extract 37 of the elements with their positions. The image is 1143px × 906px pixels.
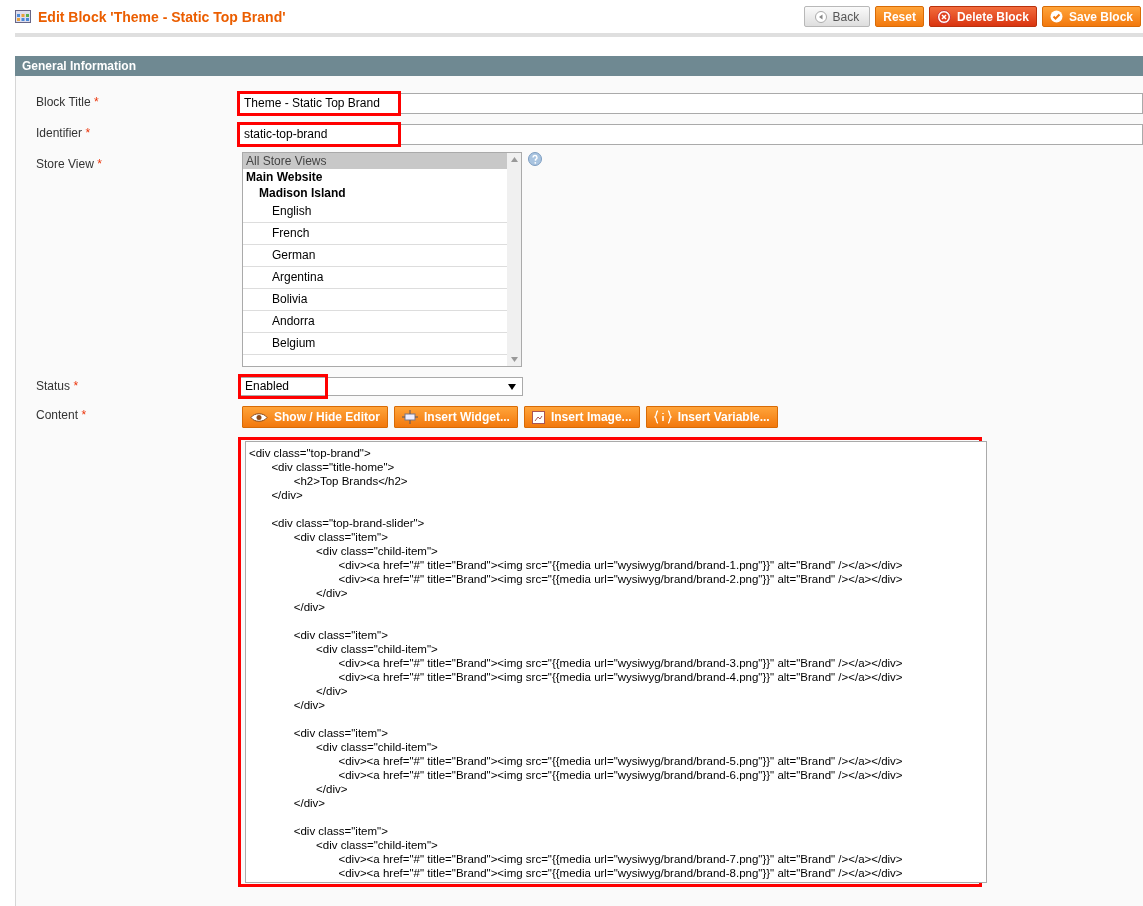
image-icon xyxy=(531,410,545,424)
scroll-down-arrow-icon[interactable] xyxy=(510,357,518,362)
back-button[interactable]: Back xyxy=(803,6,871,27)
delete-button[interactable]: Delete Block xyxy=(928,6,1037,27)
store-view-option[interactable]: Belgium xyxy=(243,333,507,355)
store-view-option[interactable]: Argentina xyxy=(243,267,507,289)
text-input[interactable]: Theme - Static Top Brand xyxy=(238,93,1143,114)
back-icon xyxy=(814,10,827,23)
text-input[interactable]: static-top-brand xyxy=(238,124,1143,145)
field-label: Block Title * xyxy=(35,94,100,111)
store-view-option[interactable]: All Store Views xyxy=(243,153,507,169)
store-view-option[interactable]: Main Website xyxy=(243,169,507,185)
dropdown-arrow-icon xyxy=(508,383,516,390)
section-header: General Information xyxy=(15,56,1143,76)
field-label: Status * xyxy=(35,378,80,395)
store-view-option[interactable]: Andorra xyxy=(243,311,507,333)
store-view-option[interactable]: French xyxy=(243,223,507,245)
help-icon[interactable] xyxy=(528,152,542,166)
page-title: Edit Block 'Theme - Static Top Brand' xyxy=(38,8,286,25)
store-view-option[interactable]: Bolivia xyxy=(243,289,507,311)
status-select[interactable]: Enabled xyxy=(238,377,523,396)
scroll-up-arrow-icon[interactable] xyxy=(510,157,518,162)
field-label: Store View * xyxy=(35,156,103,173)
braces-icon xyxy=(653,410,672,424)
store-view-option[interactable]: German xyxy=(243,245,507,267)
scrollbar[interactable] xyxy=(507,153,521,366)
store-view-option[interactable]: Madison Island xyxy=(243,185,507,201)
field-label: Content * xyxy=(35,407,88,424)
grid-icon xyxy=(15,10,31,23)
content-editor[interactable]: <div class="top-brand"> <div class="title-home"> <h2>Top Brands</h2> </div> <div class="top-brand-slider"> <div class="item"> <div class="child-item"> <div><a href="#" title="Brand"><img src="{{media url="wysiwyg/brand/brand-1.png"}}" alt="Brand" /></a></div> <div><a href="#" title="Brand"><img src="{{media url="wysiwyg/brand/brand-2.png"}}" alt="Brand" /></a></div> </div> </div> <div class="item"> <div class="child-item"> <div><a href="#" title="Brand"><img src="{{media url="wysiwyg/brand/brand-3.png"}}" alt="Brand" /></a></div> <div><a href="#" title="Brand"><img src="{{media url="wysiwyg/brand/brand-4.png"}}" alt="Brand" /></a></div> </div> </div> <div class="item"> <div class="child-item"> <div><a href="#" title="Brand"><img src="{{media url="wysiwyg/brand/brand-5.png"}}" alt="Brand" /></a></div> <div><a href="#" title="Brand"><img src="{{media url="wysiwyg/brand/brand-6.png"}}" alt="Brand" /></a></div> </div> </div> <div class="item"> <div class="child-item"> <div><a href="#" title="Brand"><img src="{{media url="wysiwyg/brand/brand-7.png"}}" alt="Brand" /></a></div> <div><a href="#" title="Brand"><img src="{{media url="wysiwyg/brand/brand-8.png"}}" alt="Brand" /></a></div> xyxy=(245,441,987,883)
field-label: Identifier * xyxy=(35,125,92,142)
close-icon xyxy=(936,9,951,24)
checkmark-icon xyxy=(1049,10,1063,23)
store-view-list[interactable]: All Store Views Main Website Madison Island English French German Argentina Bolivia Andorra Belgium xyxy=(242,152,522,367)
widget-icon xyxy=(402,410,418,424)
store-view-option[interactable]: English xyxy=(243,201,507,223)
eye-icon xyxy=(250,411,268,423)
